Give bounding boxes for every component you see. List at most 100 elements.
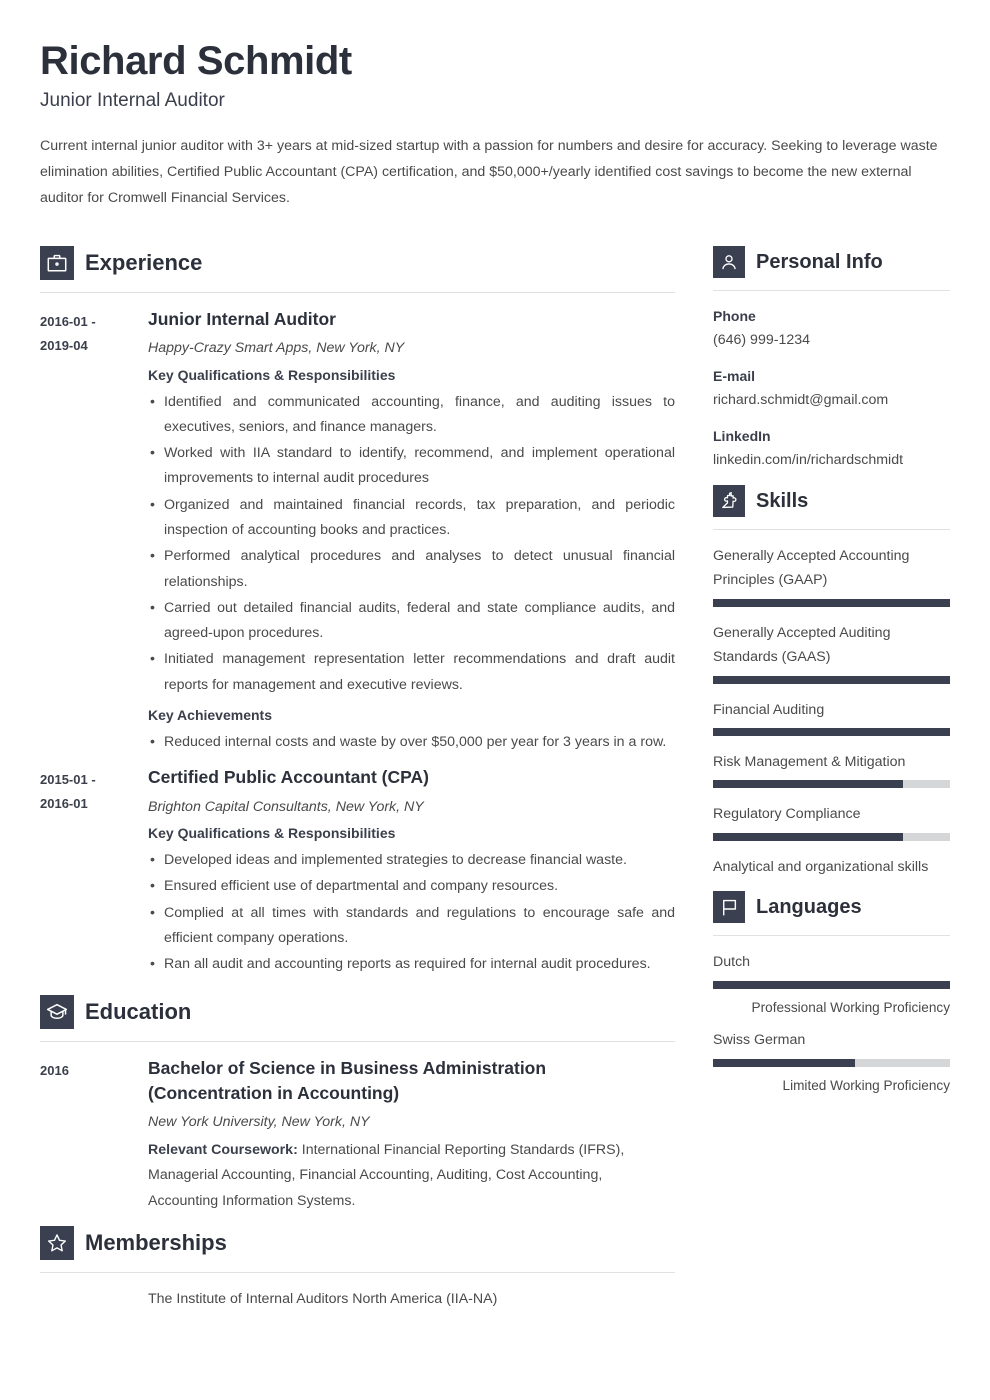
skill-level-fill — [713, 780, 903, 789]
experience-entry: 2016-01 - 2019-04 Junior Internal Audito… — [40, 307, 675, 761]
flag-icon — [713, 891, 745, 924]
sidebar-column: Personal Info Phone (646) 999-1234 E-mai… — [713, 234, 950, 1107]
skill-item: Generally Accepted Auditing Standards (G… — [713, 621, 950, 684]
section-header-education: Education — [40, 995, 675, 1030]
email-value[interactable]: richard.schmidt@gmail.com — [713, 389, 950, 412]
language-name: Dutch — [713, 954, 751, 971]
education-coursework: Relevant Coursework: International Finan… — [148, 1138, 675, 1214]
section-header-experience: Experience — [40, 245, 675, 280]
list-item: Worked with IIA standard to identify, re… — [148, 441, 675, 492]
coursework-label: Relevant Coursework: — [148, 1142, 298, 1159]
skill-name: Regulatory Compliance — [713, 806, 861, 823]
briefcase-icon — [40, 245, 74, 280]
experience-date: 2016-01 - 2019-04 — [40, 307, 148, 761]
skill-item: Financial Auditing — [713, 698, 950, 737]
skill-item: Analytical and organizational skills — [713, 855, 950, 879]
section-divider — [713, 289, 950, 291]
qualifications-label: Key Qualifications & Responsibilities — [148, 366, 396, 383]
achievements-list: Reduced internal costs and waste by over… — [148, 730, 675, 756]
resume-page: Richard Schmidt Junior Internal Auditor … — [0, 0, 990, 1400]
experience-date-start: 2016-01 - — [40, 313, 96, 329]
candidate-name: Richard Schmidt — [40, 39, 352, 83]
linkedin-label: LinkedIn — [713, 427, 771, 444]
language-item: Dutch Professional Working Proficiency — [713, 950, 950, 1018]
list-item: Initiated management representation lett… — [148, 647, 675, 698]
skill-level-bar — [713, 832, 950, 841]
experience-organization: Happy-Crazy Smart Apps, New York, NY — [148, 340, 405, 357]
person-icon — [713, 245, 745, 278]
main-column: Experience 2016-01 - 2019-04 Junior Inte… — [40, 234, 675, 1313]
language-level-fill — [713, 980, 950, 989]
section-header-personal-info: Personal Info — [713, 245, 950, 278]
skill-level-fill — [713, 675, 950, 684]
experience-organization: Brighton Capital Consultants, New York, … — [148, 798, 424, 815]
skill-level-bar — [713, 728, 950, 737]
experience-date-start: 2015-01 - — [40, 772, 96, 788]
experience-date-end: 2016-01 — [40, 796, 88, 812]
language-level-fill — [713, 1058, 856, 1067]
star-icon — [40, 1226, 74, 1261]
candidate-job-title: Junior Internal Auditor — [40, 90, 225, 111]
language-proficiency: Limited Working Proficiency — [782, 1077, 950, 1093]
language-item: Swiss German Limited Working Proficiency — [713, 1028, 950, 1096]
language-level-bar — [713, 980, 950, 989]
qualifications-list: Developed ideas and implemented strategi… — [148, 848, 675, 978]
puzzle-piece-icon — [713, 484, 745, 517]
list-item: Ran all audit and accounting reports as … — [148, 952, 675, 978]
skill-name: Generally Accepted Auditing Standards (G… — [713, 624, 891, 666]
graduation-cap-icon — [40, 995, 74, 1030]
email-label: E-mail — [713, 367, 756, 384]
section-divider — [713, 935, 950, 937]
section-divider — [40, 291, 675, 293]
qualifications-label: Key Qualifications & Responsibilities — [148, 825, 396, 842]
list-item: Developed ideas and implemented strategi… — [148, 848, 675, 874]
qualifications-list: Identified and communicated accounting, … — [148, 390, 675, 698]
skill-name: Generally Accepted Accounting Principles… — [713, 547, 910, 589]
section-divider — [713, 528, 950, 530]
skill-level-fill — [713, 728, 950, 737]
list-item: Ensured efficient use of departmental an… — [148, 874, 675, 900]
experience-body: Certified Public Accountant (CPA) Bright… — [148, 765, 675, 983]
skill-item: Risk Management & Mitigation — [713, 750, 950, 789]
skill-level-bar — [713, 780, 950, 789]
language-proficiency: Professional Working Proficiency — [751, 999, 950, 1015]
education-entry: 2016 Bachelor of Science in Business Adm… — [40, 1056, 675, 1214]
section-title-memberships: Memberships — [85, 1230, 227, 1256]
section-title-languages: Languages — [756, 896, 862, 919]
skill-level-bar — [713, 598, 950, 607]
skill-item: Regulatory Compliance — [713, 802, 950, 841]
list-item: Identified and communicated accounting, … — [148, 390, 675, 441]
experience-entry: 2015-01 - 2016-01 Certified Public Accou… — [40, 765, 675, 983]
list-item: Carried out detailed financial audits, f… — [148, 596, 675, 647]
skill-name: Risk Management & Mitigation — [713, 754, 906, 771]
skill-name: Analytical and organizational skills — [713, 858, 929, 875]
education-degree: Bachelor of Science in Business Administ… — [148, 1058, 547, 1103]
linkedin-value[interactable]: linkedin.com/in/richardschmidt — [713, 449, 950, 472]
education-school: New York University, New York, NY — [148, 1114, 370, 1131]
resume-columns: Experience 2016-01 - 2019-04 Junior Inte… — [40, 234, 950, 1313]
education-date: 2016 — [40, 1063, 69, 1079]
list-item: Reduced internal costs and waste by over… — [148, 730, 675, 756]
professional-summary: Current internal junior auditor with 3+ … — [40, 137, 938, 207]
section-title-skills: Skills — [756, 489, 809, 512]
section-divider — [40, 1272, 675, 1274]
phone-label: Phone — [713, 307, 756, 324]
phone-value: (646) 999-1234 — [713, 331, 811, 348]
list-item: Performed analytical procedures and anal… — [148, 544, 675, 595]
skill-level-fill — [713, 598, 950, 607]
experience-body: Junior Internal Auditor Happy-Crazy Smar… — [148, 307, 675, 761]
experience-date: 2015-01 - 2016-01 — [40, 765, 148, 983]
education-body: Bachelor of Science in Business Administ… — [148, 1056, 675, 1214]
skill-item: Generally Accepted Accounting Principles… — [713, 544, 950, 607]
section-header-languages: Languages — [713, 891, 950, 924]
language-name: Swiss German — [713, 1032, 806, 1049]
skill-level-bar — [713, 675, 950, 684]
language-level-bar — [713, 1058, 950, 1067]
personal-info-item: E-mail richard.schmidt@gmail.com — [713, 365, 950, 412]
personal-info-item: LinkedIn linkedin.com/in/richardschmidt — [713, 425, 950, 472]
section-title-personal-info: Personal Info — [756, 250, 883, 273]
section-title-education: Education — [85, 999, 192, 1025]
achievements-label: Key Achievements — [148, 706, 272, 723]
list-item: Complied at all times with standards and… — [148, 901, 675, 952]
section-header-memberships: Memberships — [40, 1226, 675, 1261]
